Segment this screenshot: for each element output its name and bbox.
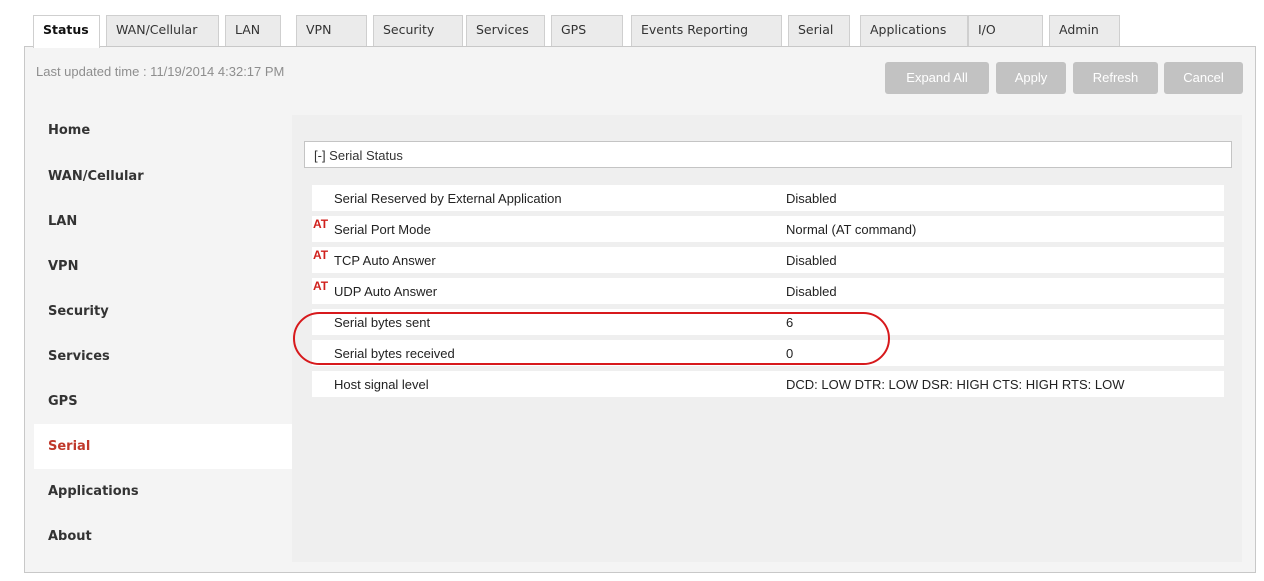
sidebar-item-vpn[interactable]: VPN xyxy=(34,244,292,289)
status-row: AT Serial Port Mode Normal (AT command) xyxy=(312,216,1224,242)
row-value: Disabled xyxy=(786,253,837,268)
tab-io[interactable]: I/O xyxy=(968,15,1043,47)
tab-security[interactable]: Security xyxy=(373,15,463,47)
tab-serial[interactable]: Serial xyxy=(788,15,850,47)
apply-button[interactable]: Apply xyxy=(996,62,1066,94)
sidebar-item-lan[interactable]: LAN xyxy=(34,199,292,244)
sidebar-item-services[interactable]: Services xyxy=(34,334,292,379)
sidebar-item-security[interactable]: Security xyxy=(34,289,292,334)
row-value: 6 xyxy=(786,315,794,330)
tab-services[interactable]: Services xyxy=(466,15,545,47)
at-command-badge: AT xyxy=(313,248,329,262)
tab-events-reporting[interactable]: Events Reporting xyxy=(631,15,782,47)
status-row: Serial bytes received 0 xyxy=(312,340,1224,366)
sidebar-item-gps[interactable]: GPS xyxy=(34,379,292,424)
row-value: Normal (AT command) xyxy=(786,222,917,237)
at-command-badge: AT xyxy=(313,217,329,231)
serial-status-section-header[interactable]: [-] Serial Status xyxy=(304,141,1232,168)
tab-vpn[interactable]: VPN xyxy=(296,15,367,47)
sidebar: Home WAN/Cellular LAN VPN Security Servi… xyxy=(34,108,292,562)
content-panel xyxy=(292,115,1242,562)
status-row: AT UDP Auto Answer Disabled xyxy=(312,278,1224,304)
row-label: Serial bytes received xyxy=(334,346,455,361)
sidebar-item-about[interactable]: About xyxy=(34,514,292,559)
row-label: Serial bytes sent xyxy=(334,315,431,330)
expand-all-button[interactable]: Expand All xyxy=(885,62,989,94)
sidebar-item-applications[interactable]: Applications xyxy=(34,469,292,514)
sidebar-item-home[interactable]: Home xyxy=(34,108,292,153)
row-label: UDP Auto Answer xyxy=(334,284,438,299)
row-label: Serial Reserved by External Application xyxy=(334,191,562,206)
tab-applications[interactable]: Applications xyxy=(860,15,968,47)
status-row: Serial Reserved by External Application … xyxy=(312,185,1224,211)
sidebar-item-wan-cellular[interactable]: WAN/Cellular xyxy=(34,154,292,199)
row-value: Disabled xyxy=(786,191,837,206)
sidebar-item-serial[interactable]: Serial xyxy=(34,424,292,469)
status-row: Serial bytes sent 6 xyxy=(312,309,1224,335)
status-row: Host signal level DCD: LOW DTR: LOW DSR:… xyxy=(312,371,1224,397)
row-label: Serial Port Mode xyxy=(334,222,431,237)
tab-admin[interactable]: Admin xyxy=(1049,15,1120,47)
tab-lan[interactable]: LAN xyxy=(225,15,281,47)
at-command-badge: AT xyxy=(313,279,329,293)
refresh-button[interactable]: Refresh xyxy=(1073,62,1158,94)
tab-wan-cellular[interactable]: WAN/Cellular xyxy=(106,15,219,47)
last-updated-text: Last updated time : 11/19/2014 4:32:17 P… xyxy=(36,64,285,79)
row-value: Disabled xyxy=(786,284,837,299)
tab-status[interactable]: Status xyxy=(33,15,100,48)
cancel-button[interactable]: Cancel xyxy=(1164,62,1243,94)
row-value: 0 xyxy=(786,346,794,361)
status-row: AT TCP Auto Answer Disabled xyxy=(312,247,1224,273)
row-label: Host signal level xyxy=(334,377,429,392)
tab-gps[interactable]: GPS xyxy=(551,15,623,47)
row-value: DCD: LOW DTR: LOW DSR: HIGH CTS: HIGH RT… xyxy=(786,377,1125,392)
row-label: TCP Auto Answer xyxy=(334,253,436,268)
